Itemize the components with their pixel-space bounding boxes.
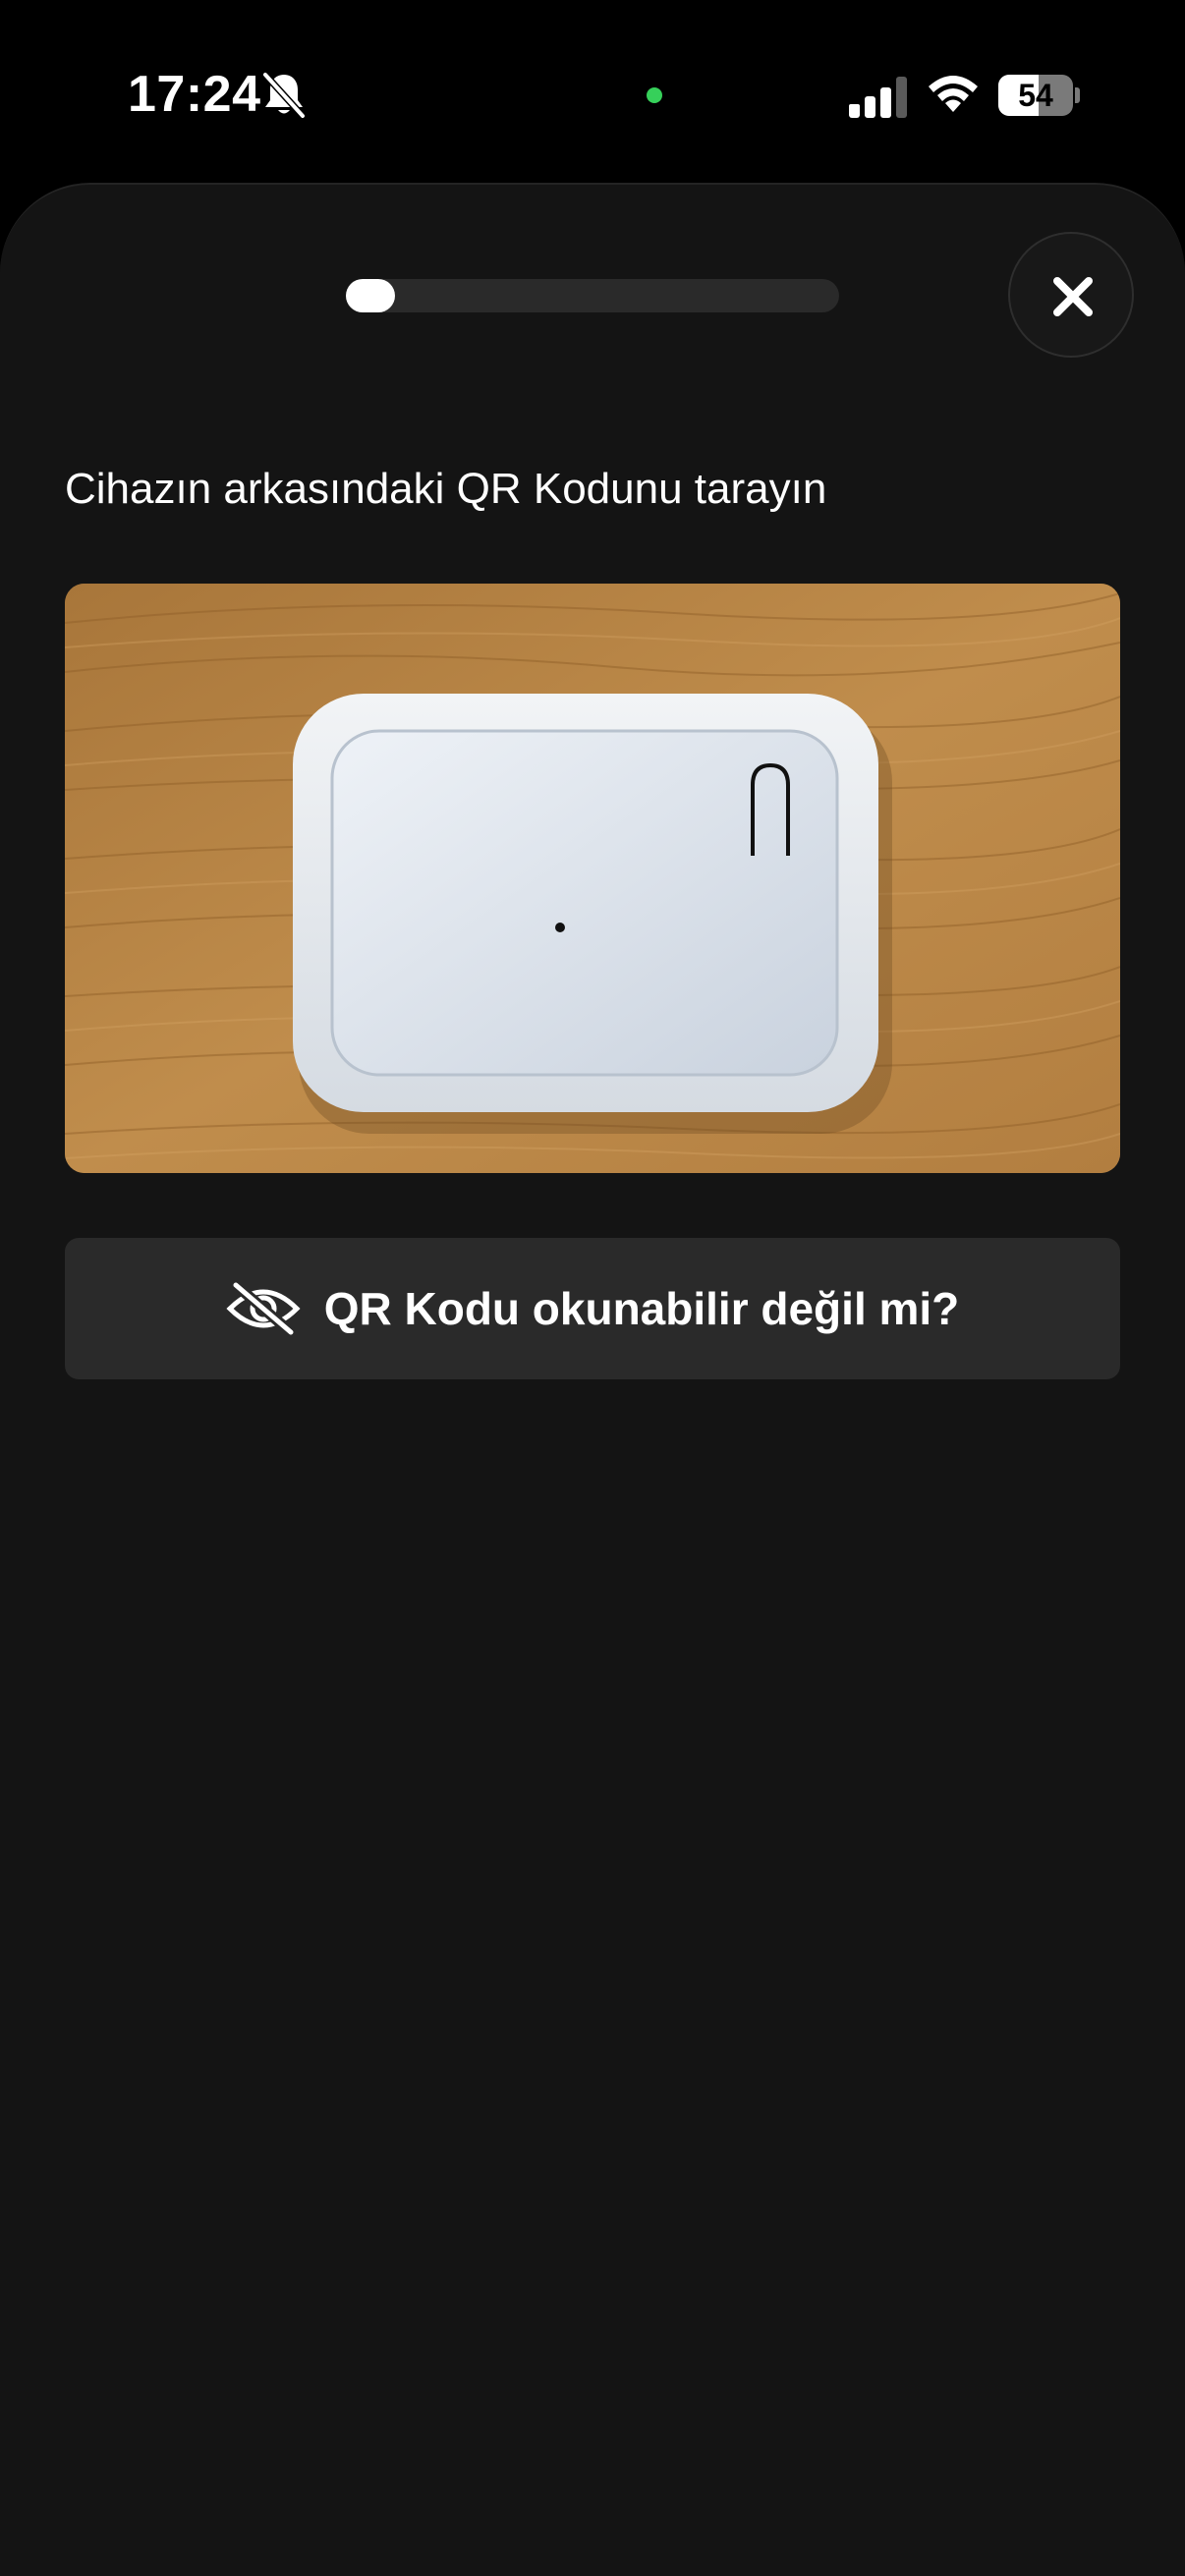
device-photo xyxy=(65,584,1120,1173)
close-icon xyxy=(1053,277,1093,316)
camera-indicator-dot xyxy=(647,87,662,103)
battery-cap xyxy=(1075,87,1080,103)
onboarding-sheet: Cihazın arkasındaki QR Kodunu tarayın QR… xyxy=(0,183,1185,2576)
dynamic-island xyxy=(407,41,778,149)
battery-icon: 54 xyxy=(998,75,1080,116)
eye-slash-icon xyxy=(226,1281,301,1336)
status-time: 17:24 xyxy=(128,66,261,123)
app-screen: 17:24 54 Cihazın arkasındaki QR Kodunu t… xyxy=(0,0,1185,2576)
progress-bar xyxy=(346,279,839,312)
bell-slash-icon xyxy=(261,71,307,120)
wifi-icon xyxy=(929,76,978,112)
qr-unreadable-label: QR Kodu okunabilir değil mi? xyxy=(323,1283,960,1334)
progress-fill xyxy=(346,279,396,312)
close-button[interactable] xyxy=(1008,232,1134,358)
battery-level: 54 xyxy=(1018,78,1053,113)
battery-body: 54 xyxy=(998,75,1073,116)
signal-icon xyxy=(849,77,907,118)
instruction-text: Cihazın arkasındaki QR Kodunu tarayın xyxy=(65,465,827,513)
qr-unreadable-button[interactable]: QR Kodu okunabilir değil mi? xyxy=(65,1238,1120,1379)
